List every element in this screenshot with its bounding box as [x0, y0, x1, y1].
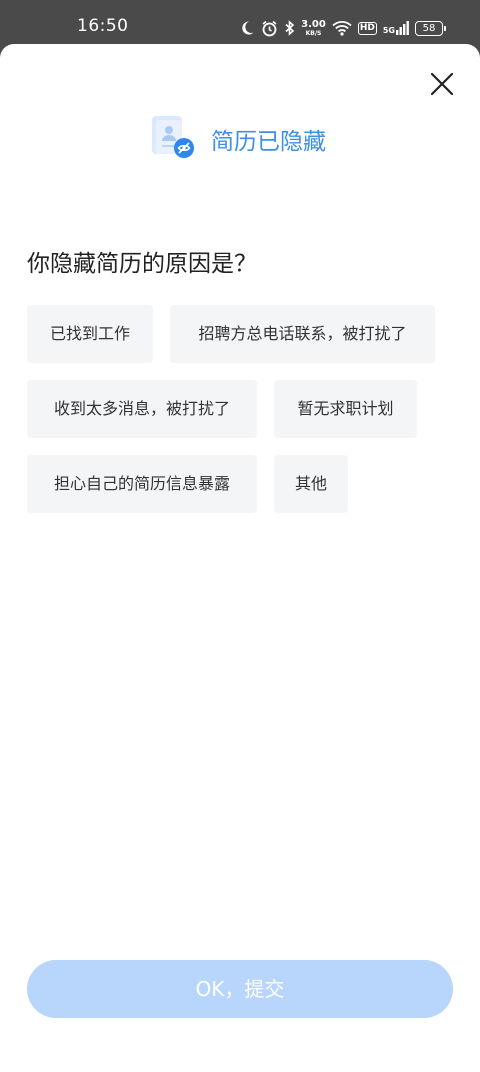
- hidden-resume-icon: [150, 114, 196, 160]
- option-privacy-concern[interactable]: 担心自己的简历信息暴露: [27, 455, 257, 513]
- hd-badge: HD: [357, 21, 377, 35]
- submit-button[interactable]: OK，提交: [27, 960, 453, 1018]
- option-other[interactable]: 其他: [274, 455, 348, 513]
- options-row: 已找到工作 招聘方总电话联系，被打扰了: [27, 305, 457, 364]
- signal-icon: [396, 21, 409, 35]
- speed-unit: KB/S: [305, 29, 322, 37]
- close-icon: [430, 72, 454, 96]
- hide-resume-sheet: 简历已隐藏 你隐藏简历的原因是？ 已找到工作 招聘方总电话联系，被打扰了 收到太…: [0, 44, 480, 1072]
- speed-value: 3.00: [301, 18, 326, 30]
- option-recruiter-calls[interactable]: 招聘方总电话联系，被打扰了: [170, 305, 435, 363]
- sheet-title: 简历已隐藏: [211, 129, 326, 155]
- battery-icon: 58: [415, 20, 446, 36]
- bluetooth-icon: [284, 20, 295, 36]
- moon-icon: [239, 20, 255, 36]
- question-text: 你隐藏简历的原因是？: [27, 251, 257, 277]
- battery-level: 58: [415, 20, 443, 36]
- reason-options: 已找到工作 招聘方总电话联系，被打扰了 收到太多消息，被打扰了 暂无求职计划 担…: [27, 305, 457, 530]
- status-time: 16:50: [77, 16, 129, 36]
- option-no-job-plan[interactable]: 暂无求职计划: [274, 380, 417, 438]
- option-too-many-messages[interactable]: 收到太多消息，被打扰了: [27, 380, 257, 438]
- status-icons: 3.00 KB/S HD 5G 58: [239, 16, 446, 40]
- network-speed: 3.00 KB/S: [301, 18, 326, 37]
- options-row: 收到太多消息，被打扰了 暂无求职计划: [27, 380, 457, 439]
- network-type: 5G: [382, 26, 395, 35]
- options-row: 担心自己的简历信息暴露 其他: [27, 455, 457, 514]
- status-bar: 16:50 3.00 KB/S HD 5G 58: [0, 0, 480, 44]
- signal-group: 5G: [383, 21, 409, 35]
- alarm-icon: [261, 20, 278, 37]
- wifi-icon: [332, 20, 352, 36]
- close-button[interactable]: [428, 70, 456, 98]
- option-found-job[interactable]: 已找到工作: [27, 305, 153, 363]
